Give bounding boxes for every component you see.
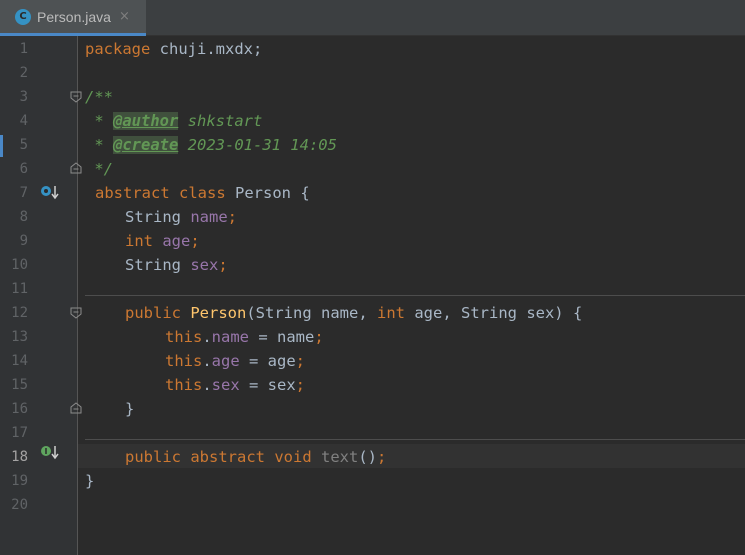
code-line-3[interactable]: /** (85, 85, 113, 109)
line-number: 5 (19, 137, 28, 153)
implemented-method-icon[interactable]: I (40, 444, 60, 460)
tab-person-java[interactable]: C Person.java × (0, 0, 146, 36)
implemented-override-icon[interactable] (40, 184, 60, 200)
line-number: 12 (11, 305, 28, 321)
line-number: 11 (11, 281, 28, 297)
fold-close-icon[interactable] (70, 402, 82, 414)
line-number: 3 (19, 89, 28, 105)
code-line-9[interactable]: int age; (125, 229, 200, 253)
code-line-12[interactable]: public Person(String name, int age, Stri… (125, 301, 582, 325)
editor-tab-bar: C Person.java × (0, 0, 745, 36)
line-number: 15 (11, 377, 28, 393)
fold-open-icon[interactable] (70, 307, 82, 319)
code-line-13[interactable]: this.name = name; (165, 325, 324, 349)
code-line-15[interactable]: this.sex = sex; (165, 373, 305, 397)
tab-title: Person.java (37, 8, 111, 25)
line-number: 9 (19, 233, 28, 249)
line-number: 19 (11, 473, 28, 489)
code-line-18[interactable]: public abstract void text(); (125, 445, 386, 469)
line-number: 20 (11, 497, 28, 513)
line-number: 14 (11, 353, 28, 369)
fold-close-icon[interactable] (70, 162, 82, 174)
line-number: 16 (11, 401, 28, 417)
close-icon[interactable]: × (119, 9, 130, 24)
line-number: 8 (19, 209, 28, 225)
code-line-6[interactable]: */ (85, 157, 113, 181)
code-line-4[interactable]: * @author shkstart (85, 109, 262, 133)
code-line-19[interactable]: } (85, 469, 94, 493)
code-line-7[interactable]: abstract class Person { (95, 181, 310, 205)
line-number: 1 (19, 41, 28, 57)
line-number-current: 18 (11, 449, 28, 465)
java-class-icon: C (15, 8, 31, 25)
line-number: 17 (11, 425, 28, 441)
line-number: 13 (11, 329, 28, 345)
code-line-1[interactable]: package chuji.mxdx; (85, 37, 262, 61)
code-line-10[interactable]: String sex; (125, 253, 228, 277)
code-line-14[interactable]: this.age = age; (165, 349, 305, 373)
line-number: 2 (19, 65, 28, 81)
line-number: 7 (19, 185, 28, 201)
code-line-16[interactable]: } (125, 397, 134, 421)
line-number: 4 (19, 113, 28, 129)
code-line-5[interactable]: * @create 2023-01-31 14:05 (85, 133, 337, 157)
fold-open-icon[interactable] (70, 91, 82, 103)
svg-text:I: I (45, 447, 48, 456)
line-number: 6 (19, 161, 28, 177)
line-number: 10 (11, 257, 28, 273)
code-line-8[interactable]: String name; (125, 205, 237, 229)
